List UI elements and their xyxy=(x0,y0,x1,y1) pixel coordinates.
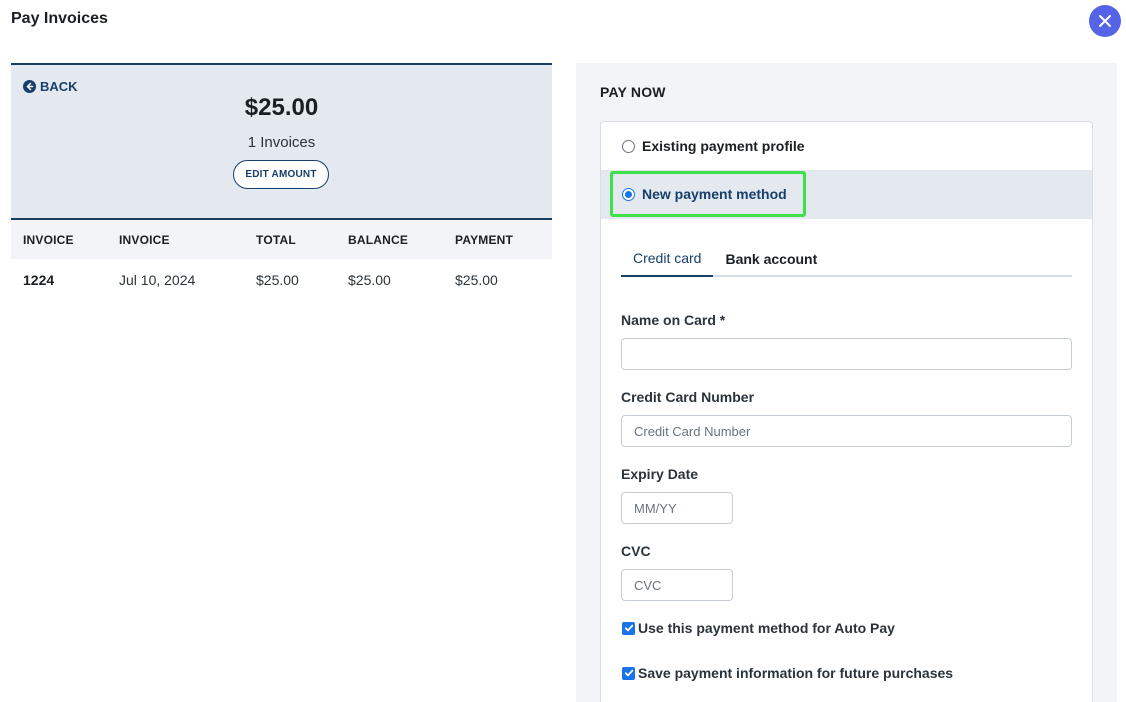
card-number-label: Credit Card Number xyxy=(621,389,755,405)
close-button[interactable] xyxy=(1089,5,1121,37)
save-payment-label: Save payment information for future purc… xyxy=(638,665,954,681)
column-header-payment: PAYMENT xyxy=(455,220,552,259)
autopay-label: Use this payment method for Auto Pay xyxy=(638,620,895,636)
total-amount: $25.00 xyxy=(244,94,319,121)
pay-now-panel: PAY NOW Existing payment profile New pay… xyxy=(576,63,1117,702)
autopay-checkbox[interactable] xyxy=(622,621,635,635)
card-number-input[interactable] xyxy=(621,415,1072,447)
column-header-balance: BALANCE xyxy=(348,220,455,259)
cvc-label: CVC xyxy=(621,543,651,559)
invoice-number-cell: 1224 xyxy=(23,272,55,288)
save-payment-checkbox[interactable] xyxy=(622,666,635,680)
name-on-card-label: Name on Card * xyxy=(621,312,726,328)
expiry-date-label: Expiry Date xyxy=(621,466,699,482)
autopay-checkbox-row[interactable]: Use this payment method for Auto Pay xyxy=(622,620,895,636)
option-existing-profile[interactable]: Existing payment profile xyxy=(601,122,1092,171)
pay-now-heading: PAY NOW xyxy=(600,84,666,100)
invoice-date-cell: Jul 10, 2024 xyxy=(119,272,196,288)
table-header-row: INVOICE INVOICE TOTAL BALANCE PAYMENT xyxy=(11,220,552,259)
table-row: 1224 Jul 10, 2024 $25.00 $25.00 $25.00 xyxy=(11,259,552,301)
new-payment-method-radio[interactable] xyxy=(622,187,635,201)
invoice-summary-panel: BACK $25.00 1 Invoices EDIT AMOUNT INVOI… xyxy=(11,63,552,301)
payment-cell: $25.00 xyxy=(455,272,498,288)
back-link[interactable]: BACK xyxy=(23,79,78,94)
close-icon xyxy=(1099,15,1111,27)
option-new-payment-method[interactable]: New payment method xyxy=(601,171,1092,219)
total-cell: $25.00 xyxy=(256,272,299,288)
modal-title: Pay Invoices xyxy=(11,10,108,27)
balance-cell: $25.00 xyxy=(348,272,391,288)
column-header-total: TOTAL xyxy=(256,220,348,259)
expiry-date-input[interactable] xyxy=(621,492,733,524)
arrow-left-circle-icon xyxy=(23,80,36,93)
name-on-card-input[interactable] xyxy=(621,338,1072,370)
tab-bank-account[interactable]: Bank account xyxy=(713,240,829,277)
back-label: BACK xyxy=(40,79,78,94)
edit-amount-button[interactable]: EDIT AMOUNT xyxy=(233,160,329,189)
existing-profile-label: Existing payment profile xyxy=(642,138,805,154)
invoice-table: INVOICE INVOICE TOTAL BALANCE PAYMENT 12… xyxy=(11,220,552,301)
payment-form-card: Existing payment profile New payment met… xyxy=(600,121,1093,702)
new-payment-method-label: New payment method xyxy=(642,186,787,202)
amount-summary: BACK $25.00 1 Invoices EDIT AMOUNT xyxy=(11,63,552,220)
column-header-invoice-date: INVOICE xyxy=(119,220,256,259)
new-payment-method-highlight[interactable]: New payment method xyxy=(610,171,806,217)
save-payment-checkbox-row[interactable]: Save payment information for future purc… xyxy=(622,665,953,681)
cvc-input[interactable] xyxy=(621,569,733,601)
existing-profile-radio[interactable] xyxy=(622,139,635,153)
check-icon xyxy=(624,624,633,632)
tab-credit-card[interactable]: Credit card xyxy=(621,240,714,277)
invoice-count: 1 Invoices xyxy=(247,134,316,151)
payment-type-tabs: Credit card Bank account xyxy=(621,240,1072,277)
check-icon xyxy=(624,669,633,677)
column-header-invoice-number: INVOICE xyxy=(11,220,119,259)
